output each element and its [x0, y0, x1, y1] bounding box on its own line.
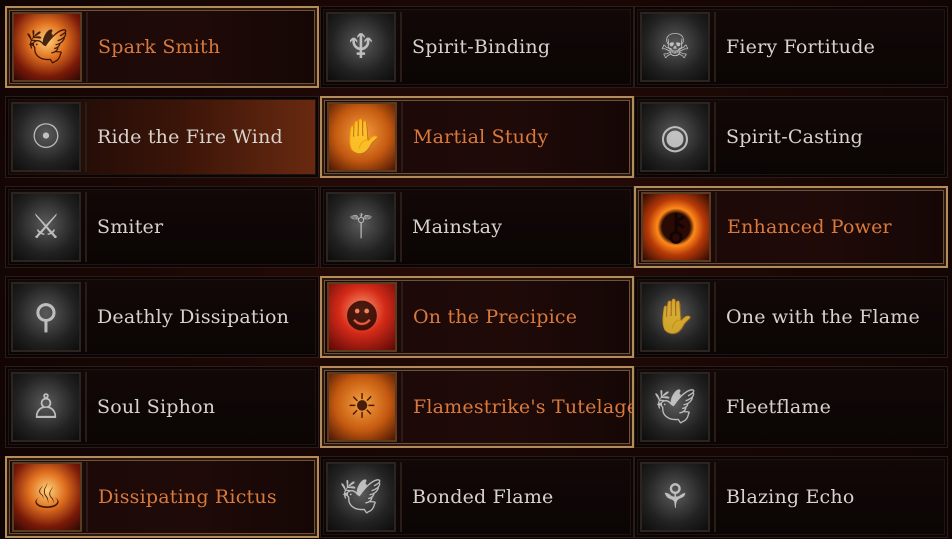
tile-divider — [714, 12, 716, 82]
dove-icon: 🕊 — [326, 462, 396, 532]
tile-divider — [401, 282, 403, 352]
tile-divider — [85, 102, 87, 172]
talent-label: Smiter — [97, 216, 164, 238]
talent-tile-blazing-echo[interactable]: ⚘ Blazing Echo — [634, 456, 948, 538]
talent-tile-soul-siphon[interactable]: ♙ Soul Siphon — [5, 366, 319, 448]
talent-tile-on-the-precipice[interactable]: ☻ On the Precipice — [320, 276, 634, 358]
talent-label: Fiery Fortitude — [726, 36, 876, 58]
tile-divider — [85, 372, 87, 442]
hooded-staff-icon: ⚚ — [326, 192, 396, 262]
tile-divider — [85, 282, 87, 352]
face-burst-icon-glyph: ☻ — [344, 297, 380, 337]
raised-arms-icon: ♙ — [11, 372, 81, 442]
keyhole-figure-icon: ⚲ — [11, 282, 81, 352]
talent-label: Fleetflame — [726, 396, 832, 418]
horned-skull-icon-glyph: ☠ — [659, 27, 691, 67]
keyhole-icon-glyph: ⚷ — [662, 205, 690, 249]
talent-label: One with the Flame — [726, 306, 920, 328]
tile-divider — [85, 192, 87, 262]
talent-label: Martial Study — [413, 126, 549, 148]
halo-arms-icon-glyph: ☀ — [346, 387, 378, 427]
horned-skull-icon: ☠ — [640, 12, 710, 82]
talent-tile-ride-the-fire-wind[interactable]: ☉ Ride the Fire Wind — [5, 96, 319, 178]
talent-tile-martial-study[interactable]: ✋ Martial Study — [320, 96, 634, 178]
talent-tile-spirit-casting[interactable]: ◉ Spirit-Casting — [634, 96, 948, 178]
tile-divider — [714, 282, 716, 352]
talent-tile-mainstay[interactable]: ⚚ Mainstay — [320, 186, 634, 268]
robed-figure-icon: ☉ — [11, 102, 81, 172]
rune-head-icon-glyph: ◉ — [660, 117, 690, 157]
talent-label: Bonded Flame — [412, 486, 554, 508]
talent-tile-bonded-flame[interactable]: 🕊 Bonded Flame — [320, 456, 634, 538]
talent-label: Spirit-Casting — [726, 126, 863, 148]
talent-label: Blazing Echo — [726, 486, 855, 508]
tile-divider — [714, 372, 716, 442]
face-burst-icon: ☻ — [327, 282, 397, 352]
open-hand-icon-glyph: ✋ — [340, 117, 384, 157]
talent-tile-spark-smith[interactable]: 🕊 Spark Smith — [5, 6, 319, 88]
talent-tile-flamestrike-s-tutelage[interactable]: ☀ Flamestrike's Tutelage — [320, 366, 638, 448]
burning-figure-icon-glyph: ♨ — [31, 477, 63, 517]
dove-icon-glyph: 🕊 — [653, 387, 697, 427]
raised-arms-icon-glyph: ♙ — [30, 387, 62, 427]
dove-icon-glyph: 🕊 — [339, 477, 383, 517]
halo-arms-icon: ☀ — [327, 372, 397, 442]
burning-figure-icon: ♨ — [12, 462, 82, 532]
talent-label: Enhanced Power — [727, 216, 892, 238]
talent-label: Spark Smith — [98, 36, 221, 58]
talent-tile-enhanced-power[interactable]: ⚷ Enhanced Power — [634, 186, 948, 268]
swirl-skull-icon: ⚘ — [640, 462, 710, 532]
spirit-sigil-icon: ♆ — [326, 12, 396, 82]
spiral-hand-icon: ✋ — [640, 282, 710, 352]
talent-tile-deathly-dissipation[interactable]: ⚲ Deathly Dissipation — [5, 276, 319, 358]
tile-divider — [714, 462, 716, 532]
tile-divider — [715, 192, 717, 262]
tile-divider — [714, 102, 716, 172]
talent-tile-fleetflame[interactable]: 🕊 Fleetflame — [634, 366, 948, 448]
talent-label: Deathly Dissipation — [97, 306, 290, 328]
dove-icon: 🕊 — [640, 372, 710, 442]
talent-tile-dissipating-rictus[interactable]: ♨ Dissipating Rictus — [5, 456, 319, 538]
talent-tile-smiter[interactable]: ⚔ Smiter — [5, 186, 319, 268]
talent-label: Ride the Fire Wind — [97, 126, 283, 148]
tile-divider — [86, 462, 88, 532]
hooded-staff-icon-glyph: ⚚ — [345, 207, 377, 247]
keyhole-figure-icon-glyph: ⚲ — [33, 297, 59, 337]
open-hand-icon: ✋ — [327, 102, 397, 172]
phoenix-icon: 🕊 — [12, 12, 82, 82]
crouching-warrior-icon-glyph: ⚔ — [30, 207, 62, 247]
talent-tile-spirit-binding[interactable]: ♆ Spirit-Binding — [320, 6, 634, 88]
swirl-skull-icon-glyph: ⚘ — [659, 477, 691, 517]
talent-label: Flamestrike's Tutelage — [413, 396, 639, 418]
crouching-warrior-icon: ⚔ — [11, 192, 81, 262]
tile-divider — [400, 192, 402, 262]
tile-divider — [401, 102, 403, 172]
tile-divider — [400, 12, 402, 82]
tile-divider — [401, 372, 403, 442]
robed-figure-icon-glyph: ☉ — [30, 117, 62, 157]
talent-tile-one-with-the-flame[interactable]: ✋ One with the Flame — [634, 276, 948, 358]
spirit-sigil-icon-glyph: ♆ — [345, 27, 377, 67]
talent-grid: 🕊 Spark Smith ♆ Spirit-Binding ☠ Fiery Fortit… — [0, 0, 952, 539]
talent-label: Soul Siphon — [97, 396, 216, 418]
talent-label: Mainstay — [412, 216, 503, 238]
spiral-hand-icon-glyph: ✋ — [653, 297, 697, 337]
rune-head-icon: ◉ — [640, 102, 710, 172]
talent-label: Dissipating Rictus — [98, 486, 277, 508]
phoenix-icon-glyph: 🕊 — [25, 27, 69, 67]
tile-divider — [400, 462, 402, 532]
talent-label: Spirit-Binding — [412, 36, 551, 58]
keyhole-icon: ⚷ — [641, 192, 711, 262]
talent-label: On the Precipice — [413, 306, 578, 328]
talent-tile-fiery-fortitude[interactable]: ☠ Fiery Fortitude — [634, 6, 948, 88]
tile-divider — [86, 12, 88, 82]
